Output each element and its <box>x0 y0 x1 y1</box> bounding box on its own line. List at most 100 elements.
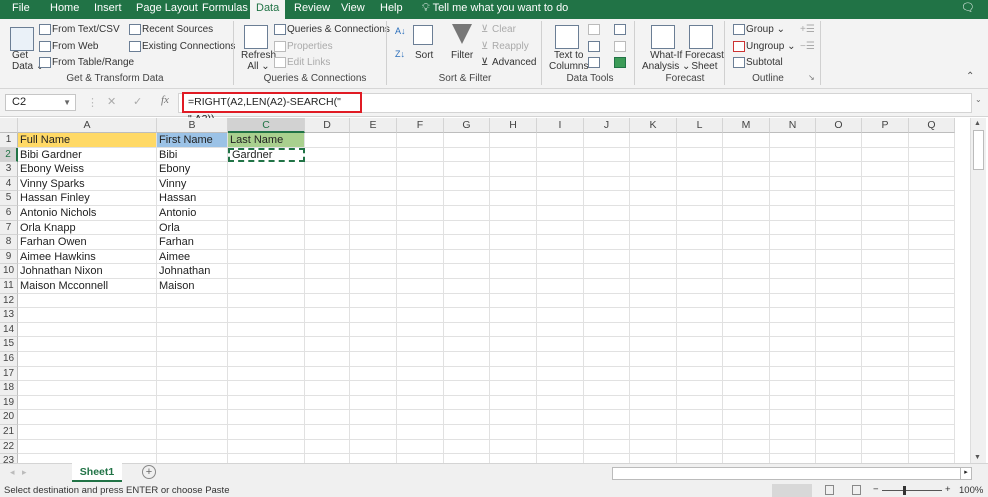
cell-b21[interactable] <box>157 425 228 440</box>
cell-d6[interactable] <box>305 206 350 221</box>
cell-q4[interactable] <box>909 176 955 192</box>
cell-i7[interactable] <box>537 220 584 236</box>
cell-f5[interactable] <box>397 191 444 206</box>
cell-m11[interactable] <box>723 279 770 294</box>
cell-h21[interactable] <box>490 425 537 440</box>
cell-o20[interactable] <box>816 410 862 425</box>
queries-connections-button[interactable]: Queries & Connections <box>287 24 390 35</box>
comments-icon[interactable]: 🗨︎ <box>955 0 981 19</box>
cell-b7[interactable]: Orla <box>157 220 228 236</box>
cell-g15[interactable] <box>444 337 490 352</box>
cell-b16[interactable] <box>157 352 228 367</box>
vertical-scrollbar[interactable]: ▲ ▼ <box>970 118 986 463</box>
insert-function-icon[interactable]: fx <box>161 94 169 106</box>
cell-k17[interactable] <box>630 366 677 382</box>
cell-c6[interactable] <box>228 206 305 221</box>
relationships-icon[interactable] <box>614 41 626 52</box>
row-header-3[interactable]: 3 <box>0 162 18 177</box>
cell-l11[interactable] <box>677 279 723 294</box>
cell-d23[interactable] <box>305 454 350 463</box>
cell-e10[interactable] <box>350 264 397 279</box>
cell-i4[interactable] <box>537 176 584 192</box>
cell-a20[interactable] <box>18 410 157 425</box>
cell-h2[interactable] <box>490 147 537 163</box>
cell-a17[interactable] <box>18 366 157 382</box>
cell-b22[interactable] <box>157 439 228 455</box>
text-to-columns-button[interactable]: Text to Columns <box>549 50 588 72</box>
cell-g10[interactable] <box>444 264 490 279</box>
page-break-view-icon[interactable] <box>852 485 861 495</box>
cell-k7[interactable] <box>630 220 677 236</box>
cell-h14[interactable] <box>490 322 537 338</box>
cell-i13[interactable] <box>537 308 584 323</box>
cell-h6[interactable] <box>490 206 537 221</box>
cell-h7[interactable] <box>490 220 537 236</box>
cell-f15[interactable] <box>397 337 444 352</box>
cell-f6[interactable] <box>397 206 444 221</box>
cell-q15[interactable] <box>909 337 955 352</box>
cell-i6[interactable] <box>537 206 584 221</box>
tab-help[interactable]: Help <box>374 0 409 19</box>
manage-data-model-icon[interactable] <box>614 57 626 68</box>
formula-input[interactable]: =RIGHT(A2,LEN(A2)-SEARCH(" ",A2)) <box>182 92 362 125</box>
cell-e20[interactable] <box>350 410 397 425</box>
horizontal-scrollbar[interactable] <box>612 467 972 480</box>
cell-q17[interactable] <box>909 366 955 382</box>
cell-l14[interactable] <box>677 322 723 338</box>
cell-p5[interactable] <box>862 191 909 206</box>
cell-d12[interactable] <box>305 293 350 309</box>
cell-k4[interactable] <box>630 176 677 192</box>
cell-n7[interactable] <box>770 220 816 236</box>
cell-m14[interactable] <box>723 322 770 338</box>
tell-me-search[interactable]: 💡︎ Tell me what you want to do <box>416 0 574 19</box>
cell-f19[interactable] <box>397 395 444 411</box>
cell-k10[interactable] <box>630 264 677 279</box>
row-header-20[interactable]: 20 <box>0 410 18 425</box>
cell-n13[interactable] <box>770 308 816 323</box>
cell-m15[interactable] <box>723 337 770 352</box>
cell-k18[interactable] <box>630 381 677 396</box>
cell-k6[interactable] <box>630 206 677 221</box>
cell-m2[interactable] <box>723 147 770 163</box>
row-header-8[interactable]: 8 <box>0 235 18 250</box>
cell-p4[interactable] <box>862 176 909 192</box>
tab-view[interactable]: View <box>335 0 371 19</box>
cell-j3[interactable] <box>584 162 630 177</box>
cell-g1[interactable] <box>444 133 490 148</box>
cell-p22[interactable] <box>862 439 909 455</box>
cell-c8[interactable] <box>228 235 305 250</box>
cell-g4[interactable] <box>444 176 490 192</box>
cell-q18[interactable] <box>909 381 955 396</box>
cell-n3[interactable] <box>770 162 816 177</box>
cell-d16[interactable] <box>305 352 350 367</box>
cell-m10[interactable] <box>723 264 770 279</box>
prev-sheet-icon[interactable]: ◂ <box>10 467 15 478</box>
tab-file[interactable]: File <box>6 0 36 19</box>
cell-i12[interactable] <box>537 293 584 309</box>
cell-o23[interactable] <box>816 454 862 463</box>
filter-button[interactable]: Filter <box>451 50 473 61</box>
scroll-right-icon[interactable]: ▸ <box>960 467 972 480</box>
cell-g17[interactable] <box>444 366 490 382</box>
cell-q5[interactable] <box>909 191 955 206</box>
cell-b17[interactable] <box>157 366 228 382</box>
cell-m6[interactable] <box>723 206 770 221</box>
cell-h17[interactable] <box>490 366 537 382</box>
cell-h10[interactable] <box>490 264 537 279</box>
cell-n4[interactable] <box>770 176 816 192</box>
cell-o15[interactable] <box>816 337 862 352</box>
cell-o22[interactable] <box>816 439 862 455</box>
cell-d21[interactable] <box>305 425 350 440</box>
cell-i8[interactable] <box>537 235 584 250</box>
cell-j8[interactable] <box>584 235 630 250</box>
cell-p10[interactable] <box>862 264 909 279</box>
from-web-button[interactable]: From Web <box>52 41 99 52</box>
cell-o18[interactable] <box>816 381 862 396</box>
cell-e4[interactable] <box>350 176 397 192</box>
cell-m1[interactable] <box>723 133 770 148</box>
column-header-q[interactable]: Q <box>909 118 955 133</box>
cell-g23[interactable] <box>444 454 490 463</box>
cell-q20[interactable] <box>909 410 955 425</box>
cell-c11[interactable] <box>228 279 305 294</box>
cell-n8[interactable] <box>770 235 816 250</box>
